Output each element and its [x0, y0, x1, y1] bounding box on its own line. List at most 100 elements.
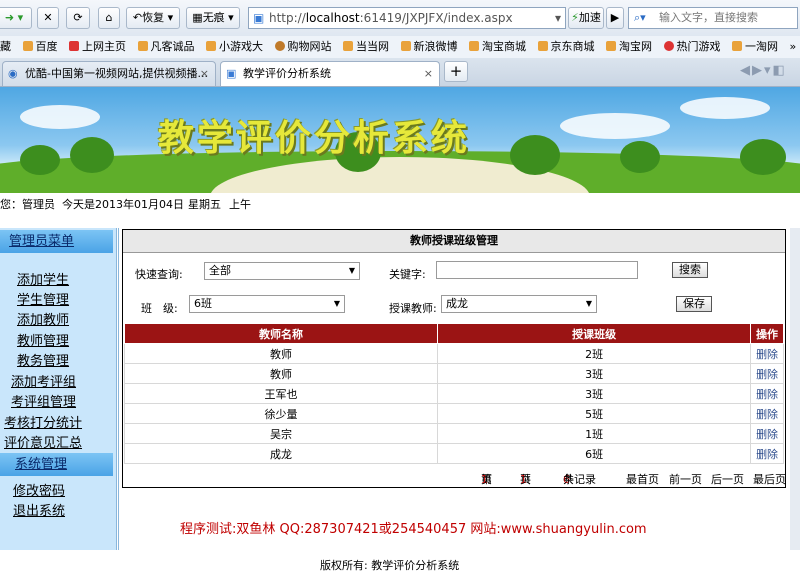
search-input[interactable]: ⌕▾ 输入文字，直接搜索 — [628, 7, 798, 29]
sidebar-item-add-student[interactable]: 添加学生 — [17, 269, 69, 288]
save-button[interactable]: 保存 — [676, 296, 712, 312]
favorites-bar: 藏 百度 上网主页 凡客诚品 小游戏大 购物网站 当当网 新浪微博 淘宝商城 京… — [0, 36, 800, 59]
admin-menu-header[interactable]: 管理员菜单 — [0, 230, 113, 253]
folder-icon — [343, 41, 353, 51]
cloud — [560, 113, 670, 139]
favorite-item[interactable]: 淘宝网 — [606, 36, 652, 58]
tree — [20, 145, 60, 175]
sidebar-item-eval-group-management[interactable]: 考评组管理 — [11, 391, 76, 410]
tab-scroll-icons[interactable]: ◀▶▾◧ — [740, 63, 787, 78]
new-tab-button[interactable]: + — [444, 61, 468, 82]
favorite-item[interactable]: 购物网站 — [274, 36, 332, 58]
favorite-item[interactable]: 藏 — [0, 36, 11, 58]
favorite-label: 小游戏大 — [219, 40, 263, 53]
incognito-button[interactable]: ▦无痕 ▾ — [186, 7, 240, 29]
folder-icon — [137, 41, 148, 51]
sidebar-item-change-password[interactable]: 修改密码 — [13, 480, 65, 499]
favorite-item[interactable]: 小游戏大 — [206, 36, 263, 58]
column-header: 教师名称 — [123, 323, 439, 344]
tree — [740, 139, 786, 175]
incognito-label: 无痕 — [202, 11, 225, 24]
system-menu-header[interactable]: 系统管理 — [0, 453, 113, 476]
cloud — [20, 105, 100, 129]
refresh-button[interactable]: ⟳ — [66, 7, 90, 29]
user-info-bar: 您：管理员 今天是2013年01月04日 星期五 上午 — [0, 193, 800, 217]
keyword-input[interactable] — [436, 261, 638, 279]
address-dropdown-icon[interactable]: ▾ — [555, 8, 561, 28]
delete-link[interactable]: 删除 — [750, 343, 784, 364]
sidebar-item-academic-affairs[interactable]: 教务管理 — [17, 350, 69, 369]
table-row: 教师 3班 删除 — [123, 363, 784, 384]
class-select[interactable]: 6班 ▼ — [189, 295, 345, 313]
delete-link[interactable]: 删除 — [750, 383, 784, 404]
accelerate-button[interactable]: ⚡加速 — [568, 7, 604, 29]
tab-bar: ◉ 优酷-中国第一视频网站,提供视频播... × ▣ 教学评价分析系统 × + … — [0, 58, 800, 87]
sidebar-item-score-statistics[interactable]: 考核打分统计 — [4, 412, 82, 431]
table-row: 吴宗 1班 删除 — [123, 423, 784, 444]
go-button[interactable]: ▶ — [606, 7, 624, 29]
quick-query-select[interactable]: 全部 ▼ — [204, 262, 360, 280]
address-prefix: http:// — [269, 11, 306, 25]
sidebar-divider — [118, 228, 119, 550]
tree — [620, 141, 660, 173]
favorite-item[interactable]: 当当网 — [343, 36, 389, 58]
column-header: 授课班级 — [437, 323, 752, 344]
favorite-label: 百度 — [35, 40, 58, 53]
favorite-label: 上网主页 — [82, 40, 126, 53]
favorite-item[interactable]: 京东商城 — [537, 36, 595, 58]
time-period: 上午 — [229, 198, 251, 211]
forward-button[interactable]: ➜ ▾ — [0, 7, 32, 29]
address-bar[interactable]: ▣ http://localhost:61419/JXPJFX/index.as… — [248, 7, 566, 29]
last-page-link[interactable]: 最后页 — [753, 472, 786, 488]
game-icon — [663, 41, 674, 51]
copyright-text: 版权所有: 教学评价分析系统 — [320, 559, 460, 572]
teacher-select[interactable]: 成龙 ▼ — [441, 295, 597, 313]
tab-active[interactable]: ▣ 教学评价分析系统 × — [220, 61, 440, 86]
address-path: :61419/JXPJFX/index.aspx — [359, 11, 513, 25]
favorite-item[interactable]: 热门游戏 — [663, 36, 721, 58]
search-icon: ⌕▾ — [634, 11, 646, 24]
favorites-more[interactable]: » — [790, 36, 797, 58]
favorite-item[interactable]: 百度 — [22, 36, 58, 58]
favorite-item[interactable]: 上网主页 — [69, 36, 126, 58]
tab-youku[interactable]: ◉ 优酷-中国第一视频网站,提供视频播... × — [2, 61, 216, 86]
delete-link[interactable]: 删除 — [750, 363, 784, 384]
sidebar-item-student-management[interactable]: 学生管理 — [17, 289, 69, 308]
hao-icon — [69, 41, 79, 51]
chevron-down-icon: ▼ — [333, 299, 340, 308]
tab-close-icon[interactable]: × — [424, 62, 433, 86]
sidebar-item-add-teacher[interactable]: 添加教师 — [17, 309, 69, 328]
favorite-label: 热门游戏 — [676, 40, 721, 53]
favorite-label: 凡客诚品 — [150, 40, 195, 53]
favorite-item[interactable]: 一淘网 — [732, 36, 778, 58]
page-scrollbar[interactable] — [790, 228, 800, 550]
sidebar-item-teacher-management[interactable]: 教师管理 — [17, 330, 69, 349]
sidebar-item-logout[interactable]: 退出系统 — [13, 500, 65, 519]
search-button[interactable]: 搜索 — [672, 262, 708, 278]
delete-link[interactable]: 删除 — [750, 423, 784, 444]
next-page-link[interactable]: 后一页 — [711, 472, 744, 488]
accelerate-label: 加速 — [578, 11, 601, 24]
delete-link[interactable]: 删除 — [750, 443, 784, 464]
app-banner: 教学评价分析系统 — [0, 87, 800, 193]
first-page-link[interactable]: 最首页 — [626, 472, 659, 488]
folder-icon — [537, 41, 548, 51]
stop-button[interactable]: ✕ — [37, 7, 59, 29]
home-button[interactable]: ⌂ — [98, 7, 120, 29]
prev-page-link[interactable]: 前一页 — [669, 472, 702, 488]
favorite-item[interactable]: 新浪微博 — [400, 36, 458, 58]
favorite-item[interactable]: 淘宝商城 — [469, 36, 526, 58]
pager-text: 页 — [481, 473, 492, 486]
sidebar-item-add-eval-group[interactable]: 添加考评组 — [11, 371, 76, 390]
refresh-icon: ⟳ — [73, 11, 83, 24]
tab-close-icon[interactable]: × — [200, 62, 209, 86]
favorite-item[interactable]: 凡客诚品 — [137, 36, 195, 58]
pager-text: 条记录 — [563, 473, 596, 486]
delete-link[interactable]: 删除 — [750, 403, 784, 424]
cloud — [680, 97, 770, 119]
weekday: 星期五 — [188, 198, 221, 211]
class-label: 班 级: — [141, 302, 178, 315]
restore-button[interactable]: ↶恢复 ▾ — [126, 7, 180, 29]
sidebar-item-feedback-summary[interactable]: 评价意见汇总 — [4, 432, 82, 451]
folder-icon — [469, 41, 479, 51]
